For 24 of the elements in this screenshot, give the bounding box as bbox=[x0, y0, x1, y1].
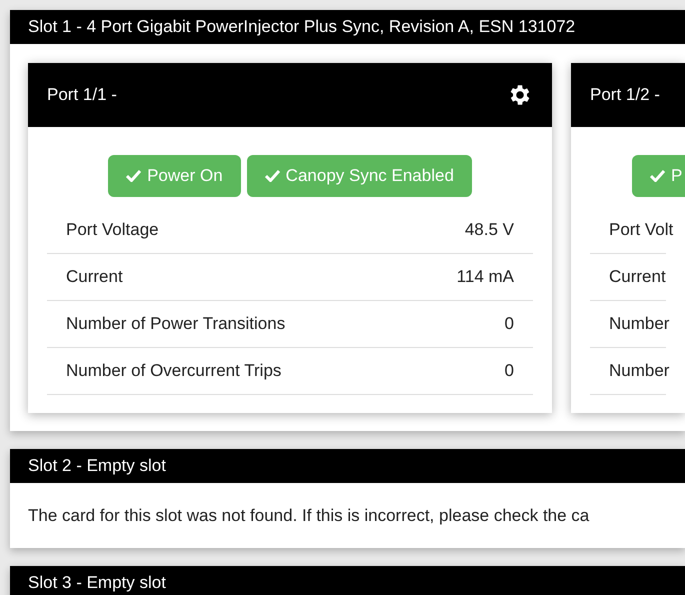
status-button[interactable]: Canopy Sync Enabled bbox=[246, 155, 472, 196]
port-title: Port 1/2 - bbox=[590, 84, 660, 106]
row-label: Number bbox=[609, 312, 670, 334]
row-label: Number of Overcurrent Trips bbox=[66, 360, 282, 382]
check-icon bbox=[264, 169, 280, 182]
slot-message: The card for this slot was not found. If this is incorrect, please check the ca bbox=[27, 504, 590, 526]
row-value: 0 bbox=[504, 312, 514, 334]
row-label: Current bbox=[609, 266, 666, 288]
slot-title: Slot 3 - Empty slot bbox=[10, 566, 685, 595]
slot-title: Slot 1 - 4 Port Gigabit PowerInjector Plus Sync, Revision A, ESN 131072 bbox=[10, 10, 685, 44]
row-value: 0 bbox=[504, 360, 514, 382]
row-label: Current bbox=[66, 266, 123, 288]
slot-title: Slot 2 - Empty slot bbox=[10, 448, 685, 482]
check-icon bbox=[650, 169, 665, 182]
status-button[interactable]: Power On bbox=[108, 155, 241, 196]
row-value: 114 mA bbox=[456, 266, 514, 288]
port-title: Port 1/1 - bbox=[47, 84, 117, 106]
status-button[interactable]: P bbox=[632, 155, 685, 196]
row-label: Number bbox=[609, 360, 670, 382]
row-value: 48.5 V bbox=[464, 218, 514, 240]
check-icon bbox=[126, 169, 142, 182]
row-label: Port Voltage bbox=[66, 218, 159, 240]
row-label: Number of Power Transitions bbox=[66, 312, 286, 334]
row-label: Port Volt bbox=[609, 218, 674, 240]
